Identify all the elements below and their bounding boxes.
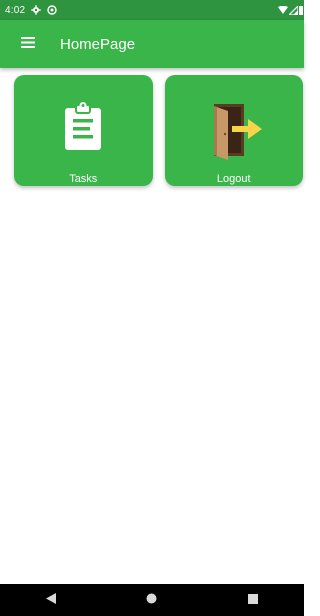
- back-icon: [45, 591, 56, 609]
- clipboard-icon: [14, 102, 153, 150]
- page-title: HomePage: [60, 35, 136, 53]
- status-time: 4:02: [5, 4, 26, 16]
- menu-button[interactable]: [18, 34, 38, 54]
- wifi-icon: [278, 5, 288, 15]
- do-not-disturb-icon: [47, 5, 57, 15]
- home-icon: [146, 591, 157, 609]
- card-label-tasks: Tasks: [69, 173, 98, 185]
- recents-icon: [248, 591, 259, 609]
- hamburger-menu-icon: [21, 35, 35, 53]
- tasks-card[interactable]: Tasks: [14, 75, 153, 186]
- card-label-logout: Logout: [216, 173, 251, 185]
- exit-door-icon: [165, 102, 304, 162]
- logout-card[interactable]: Logout: [164, 75, 304, 186]
- status-right: [278, 0, 304, 20]
- signal-icon: [289, 5, 298, 15]
- home-grid: Tasks Logout: [14, 75, 303, 186]
- status-left: 4:02: [0, 5, 57, 16]
- navigation-bar: [0, 584, 304, 616]
- back-button[interactable]: [31, 584, 71, 616]
- recents-button[interactable]: [233, 584, 273, 616]
- app-bar: HomePage: [0, 20, 304, 68]
- settings-icon: [31, 5, 41, 15]
- home-button[interactable]: [132, 584, 172, 616]
- status-bar: 4:02: [0, 0, 304, 20]
- battery-icon: [299, 5, 303, 15]
